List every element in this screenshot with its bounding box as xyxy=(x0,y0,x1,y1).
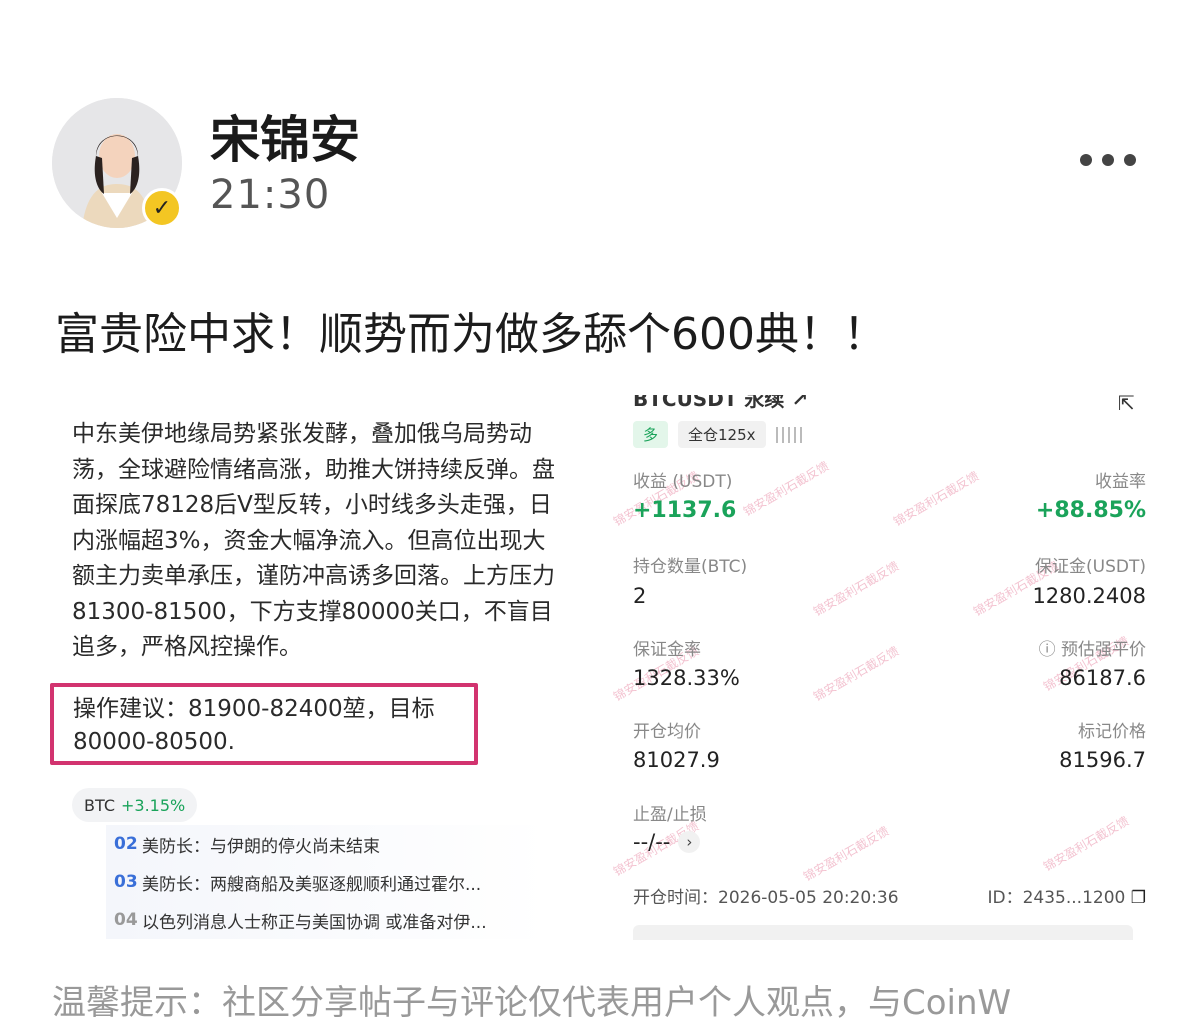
btc-ticker-pill[interactable]: BTC +3.15% xyxy=(72,788,198,822)
analysis-text: 中东美伊地缘局势紧张发酵，叠加俄乌局势动荡，全球避险情绪高涨，助推大饼持续反弹。… xyxy=(72,421,555,660)
watermark: 锦安盈利石截反馈 xyxy=(741,458,832,519)
news-text: 以色列消息人士称正与美国协调 或准备对伊... xyxy=(142,912,487,933)
mark-price-value: 81596.7 xyxy=(1059,748,1146,772)
btc-label: BTC xyxy=(84,795,115,815)
analysis-image[interactable]: 中东美伊地缘局势紧张发酵，叠加俄乌局势动荡，全球避险情绪高涨，助推大饼持续反弹。… xyxy=(48,395,558,940)
margin-mode-tag: 全仓125x xyxy=(678,421,766,448)
watermark: 锦安盈利石截反馈 xyxy=(1041,813,1132,874)
watermark: 锦安盈利石截反馈 xyxy=(811,558,902,619)
more-horizontal-icon[interactable] xyxy=(1080,145,1150,175)
margin-value: 1280.2408 xyxy=(1032,584,1146,608)
entry-price-value: 81027.9 xyxy=(633,748,720,772)
btc-change: +3.15% xyxy=(120,795,186,815)
verified-badge-icon: ✓ xyxy=(142,188,182,228)
news-item[interactable]: 04 以色列消息人士称正与美国协调 或准备对伊... xyxy=(106,901,548,939)
news-list: 02 美防长：与伊朗的停火尚未结束 03 美防长：两艘商船及美驱逐舰顺利通过霍尔… xyxy=(106,825,548,939)
margin-rate-value: 1328.33% xyxy=(633,666,740,690)
advice-line-2: 80000-80500. xyxy=(73,729,235,755)
qty-label: 持仓数量(BTC) xyxy=(633,557,748,577)
news-number: 02 xyxy=(114,834,138,854)
position-id[interactable]: ID：2435...1200 ❐ xyxy=(988,883,1147,908)
watermark: 锦安盈利石截反馈 xyxy=(891,468,982,529)
share-icon[interactable]: ⇱ xyxy=(1118,395,1135,415)
post-time: 21:30 xyxy=(210,172,331,218)
qty-value: 2 xyxy=(633,584,647,608)
tpsl-row[interactable]: --/-- › xyxy=(633,830,701,854)
advice-box: 操作建议：81900-82400堃，目标 80000-80500. xyxy=(50,683,478,765)
username[interactable]: 宋锦安 xyxy=(210,100,360,172)
advice-line-1: 操作建议：81900-82400堃，目标 xyxy=(73,696,435,722)
chevron-right-icon[interactable]: › xyxy=(678,831,701,853)
roe-value: +88.85% xyxy=(1035,498,1146,523)
position-screenshot[interactable]: 锦安盈利石截反馈 锦安盈利石截反馈 锦安盈利石截反馈 锦安盈利石截反馈 锦安盈利… xyxy=(608,395,1160,940)
tpsl-value: --/-- xyxy=(633,830,671,854)
news-text: 美防长：两艘商船及美驱逐舰顺利通过霍尔... xyxy=(142,874,482,895)
news-item[interactable]: 03 美防长：两艘商船及美驱逐舰顺利通过霍尔... xyxy=(106,863,548,901)
side-tag: 多 xyxy=(633,421,669,448)
news-text: 美防长：与伊朗的停火尚未结束 xyxy=(142,836,380,857)
watermark: 锦安盈利石截反馈 xyxy=(801,823,892,884)
pnl-value: +1137.6 xyxy=(633,498,737,523)
watermark: 锦安盈利石截反馈 xyxy=(811,643,902,704)
copy-icon[interactable]: ❐ xyxy=(1131,888,1146,908)
action-bar xyxy=(633,925,1133,940)
entry-price-label: 开仓均价 xyxy=(633,722,701,742)
news-number: 04 xyxy=(114,910,138,930)
liq-price-value: 86187.6 xyxy=(1059,666,1146,690)
mark-price-label: 标记价格 xyxy=(1078,722,1146,742)
open-time: 开仓时间：2026-05-05 20:20:36 xyxy=(633,888,899,908)
news-number: 03 xyxy=(114,872,138,892)
contract-title[interactable]: BTCUSDT 永续 ↗ xyxy=(633,395,808,412)
margin-label: 保证金(USDT) xyxy=(1035,557,1146,577)
post-headline: 富贵险中求！顺势而为做多舔个600典！！ xyxy=(55,309,887,360)
tpsl-label: 止盈/止损 xyxy=(633,805,707,825)
margin-rate-label: 保证金率 xyxy=(633,640,701,660)
leverage-bars-icon xyxy=(775,426,802,443)
liq-price-label[interactable]: ⓘ 预估强平价 xyxy=(1039,635,1146,660)
position-id-text: ID：2435...1200 xyxy=(987,888,1126,908)
news-item[interactable]: 02 美防长：与伊朗的停火尚未结束 xyxy=(106,825,548,863)
pnl-label: 收益 (USDT) xyxy=(633,472,733,492)
position-tags: 多 全仓125x xyxy=(633,421,802,448)
roe-label: 收益率 xyxy=(1095,472,1146,492)
